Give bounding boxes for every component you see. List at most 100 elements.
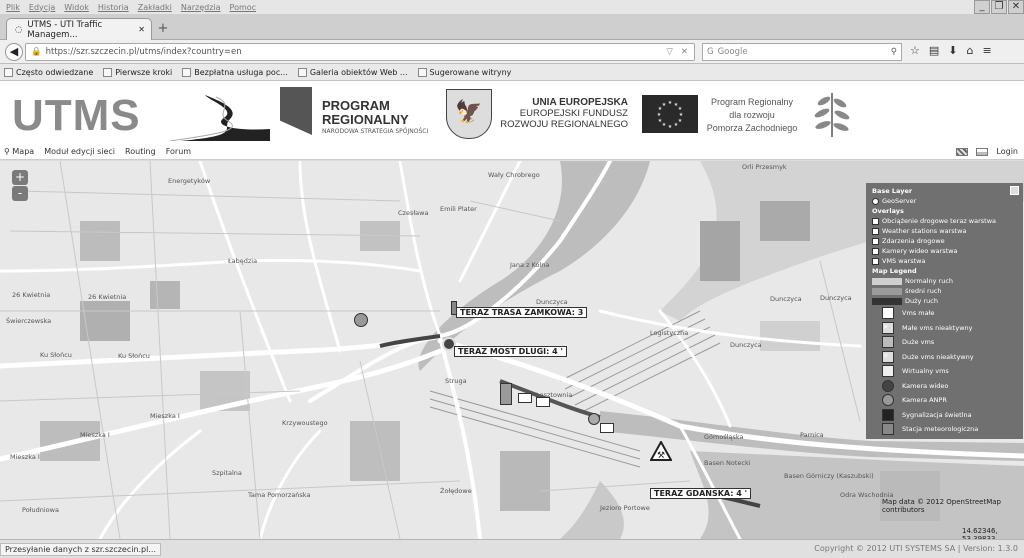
- camera-marker-icon[interactable]: [354, 313, 368, 327]
- legend-heavy-traffic: Duży ruch: [872, 296, 1017, 306]
- nav-forum[interactable]: Forum: [166, 147, 191, 156]
- search-icon[interactable]: ⚲: [891, 47, 897, 57]
- menu-item-edit[interactable]: Edycja: [29, 3, 55, 12]
- road-logo-image: [150, 95, 270, 141]
- bookmark-star-icon[interactable]: ☆: [910, 44, 920, 57]
- navigation-bar: ◀ 🔒 https://szr.szczecin.pl/utms/index?c…: [0, 40, 1024, 64]
- street-label: Żołędowe: [440, 487, 472, 495]
- site-navigation: ⚲ Mapa Moduł edycji sieci Routing Forum …: [0, 144, 1024, 160]
- dropdown-icon[interactable]: ▽: [666, 47, 673, 57]
- base-layer-geoserver[interactable]: GeoServer: [872, 196, 1017, 206]
- radio-icon[interactable]: [872, 197, 879, 205]
- bookmark-item[interactable]: Często odwiedzane: [4, 67, 93, 77]
- overlay-vms[interactable]: VMS warstwa: [872, 256, 1017, 266]
- nav-routing[interactable]: Routing: [125, 147, 156, 156]
- url-text: https://szr.szczecin.pl/utms/index?count…: [45, 47, 242, 57]
- login-link[interactable]: Login: [996, 147, 1018, 156]
- street-label: Basen Notecki: [704, 459, 751, 467]
- traffic-light-icon: [882, 408, 894, 421]
- menu-item-history[interactable]: Historia: [98, 3, 129, 12]
- status-bar: Przesyłanie danych z szr.szczecin.pl... …: [0, 539, 1024, 558]
- menu-item-file[interactable]: Plik: [6, 3, 20, 12]
- vms-small-marker-icon[interactable]: [536, 397, 550, 407]
- address-bar[interactable]: 🔒 https://szr.szczecin.pl/utms/index?cou…: [25, 43, 695, 61]
- street-label: Logistyczna: [650, 329, 689, 337]
- browser-menubar: Plik Edycja Widok Historia Zakładki Narz…: [0, 0, 1024, 14]
- tab-close-icon[interactable]: ✕: [138, 25, 145, 34]
- page-header: UTMS PROGRAM REGIONALNY NARODOWA STRATEG…: [0, 81, 1024, 144]
- menu-item-view[interactable]: Widok: [64, 3, 89, 12]
- checkbox-icon[interactable]: [872, 227, 879, 235]
- weather-station-icon: [882, 423, 894, 436]
- traffic-popup-zamkowa[interactable]: TERAZ TRASA ZAMKOWA: 3: [456, 307, 588, 318]
- heavy-traffic-swatch: [872, 297, 902, 305]
- menu-item-help[interactable]: Pomoc: [230, 3, 257, 12]
- menu-item-bookmarks[interactable]: Zakładki: [138, 3, 172, 12]
- search-input[interactable]: G Google ⚲: [702, 43, 902, 61]
- google-icon: G: [707, 47, 714, 57]
- english-flag-icon[interactable]: [956, 147, 969, 156]
- street-label: Dunczyca: [536, 298, 568, 306]
- street-label: Łabędzia: [228, 257, 258, 265]
- street-label: Ku Słońcu: [40, 351, 72, 359]
- reading-list-icon[interactable]: ▤: [929, 44, 939, 57]
- street-label: Jana z Kolna: [510, 261, 550, 269]
- street-label: Szpitalna: [212, 469, 242, 477]
- home-icon[interactable]: ⌂: [967, 44, 974, 57]
- map-attribution: Map data © 2012 OpenStreetMap contributo…: [882, 498, 1001, 514]
- zoom-out-button[interactable]: -: [12, 186, 28, 201]
- download-icon[interactable]: ⬇: [948, 44, 957, 57]
- street-label: Czesława: [398, 209, 429, 217]
- overlay-incidents[interactable]: Zdarzenia drogowe: [872, 236, 1017, 246]
- street-label: Południowa: [22, 506, 59, 514]
- minimize-icon[interactable]: _: [974, 0, 990, 14]
- map-pin-icon: ⚲: [4, 147, 10, 156]
- small-vms-inactive-icon: ✕: [882, 321, 894, 334]
- back-arrow-icon[interactable]: ◀: [5, 43, 23, 61]
- legend-medium-traffic: średni ruch: [872, 286, 1017, 296]
- hamburger-menu-icon[interactable]: ≡: [982, 44, 991, 57]
- new-tab-button[interactable]: +: [156, 22, 170, 36]
- overlay-traffic-load[interactable]: Obciążenie drogowe teraz warstwa: [872, 216, 1017, 226]
- legend-item: Wirtualny vms: [872, 364, 1017, 379]
- menu-item-tools[interactable]: Narzędzia: [181, 3, 221, 12]
- weather-station-marker-icon[interactable]: [588, 413, 600, 425]
- tab-title: UTMS - UTI Traffic Managem...: [27, 19, 103, 40]
- legend-item: Sygnalizacja świetlna: [872, 408, 1017, 423]
- traffic-popup-gdanska[interactable]: TERAZ GDANSKA: 4 ': [650, 488, 752, 499]
- checkbox-icon[interactable]: [872, 217, 879, 225]
- zoom-in-button[interactable]: +: [12, 170, 28, 185]
- bookmark-item[interactable]: Sugerowane witryny: [417, 67, 511, 77]
- vms-small-marker-icon[interactable]: [600, 423, 614, 433]
- eu-flag-icon: ★ ★★★ ★★★★ ★★★★: [642, 95, 698, 133]
- polish-flag-icon[interactable]: [976, 147, 989, 156]
- checkbox-icon[interactable]: [872, 257, 879, 265]
- road-works-warning-icon[interactable]: ⚒: [650, 441, 672, 461]
- street-label: Dunczyca: [730, 341, 762, 349]
- program-regionalny-flag-icon: [280, 87, 312, 135]
- tab-utms[interactable]: ◌ UTMS - UTI Traffic Managem... ✕: [6, 18, 152, 40]
- nav-mapa[interactable]: ⚲ Mapa: [4, 147, 34, 156]
- street-label: Energetyków: [168, 177, 211, 185]
- checkbox-icon[interactable]: [872, 237, 879, 245]
- loading-icon: ◌: [15, 24, 23, 35]
- bookmark-item[interactable]: Pierwsze kroki: [103, 67, 172, 77]
- nav-modul-edycji[interactable]: Moduł edycji sieci: [44, 147, 115, 156]
- vms-small-marker-icon[interactable]: [518, 393, 532, 403]
- street-label: Mieszka I: [80, 431, 110, 439]
- vms-large-marker-icon[interactable]: [500, 383, 512, 405]
- lock-icon: 🔒: [31, 47, 42, 57]
- overlay-weather[interactable]: Weather stations warstwa: [872, 226, 1017, 236]
- close-icon[interactable]: ✕: [1008, 0, 1024, 14]
- maximize-icon[interactable]: ❐: [991, 0, 1007, 14]
- bookmark-item[interactable]: Galeria obiektów Web ...: [297, 67, 408, 77]
- traffic-popup-most[interactable]: TERAZ MOST DLUGI: 4 ': [454, 346, 567, 357]
- overlay-cameras[interactable]: Kamery wideo warstwa: [872, 246, 1017, 256]
- reload-icon[interactable]: ✕: [681, 47, 688, 57]
- window-controls: _ ❐ ✕: [973, 0, 1024, 14]
- checkbox-icon[interactable]: [872, 247, 879, 255]
- svg-text:★: ★: [658, 118, 663, 124]
- collapse-legend-button[interactable]: [1010, 186, 1019, 195]
- bookmark-item[interactable]: Bezpłatna usługa poc...: [182, 67, 288, 77]
- street-label: Gómośląska: [704, 433, 744, 441]
